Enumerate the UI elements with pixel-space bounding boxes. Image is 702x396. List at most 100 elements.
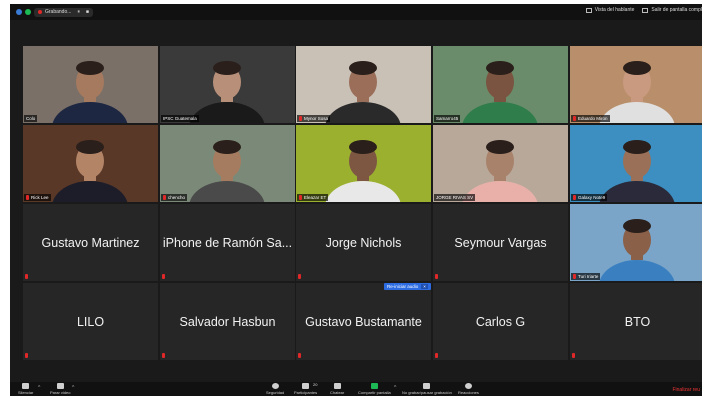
muted-microphone-icon xyxy=(163,195,166,200)
participant-name: Carlos G xyxy=(475,314,526,329)
close-icon[interactable]: × xyxy=(421,284,428,289)
video-options-chevron-icon[interactable]: ^ xyxy=(72,385,74,391)
pause-recording-icon[interactable]: ⏸ xyxy=(77,9,80,15)
participant-tile[interactable]: IPSC Guatemala xyxy=(160,46,295,123)
participant-video xyxy=(160,125,295,202)
participant-name-label: chencho xyxy=(161,194,188,201)
video-label: Parar video xyxy=(50,390,71,395)
participant-name: Turi Iriarte xyxy=(578,274,599,279)
participant-name: Gustavo Martinez xyxy=(41,235,140,250)
participant-name: IPSC Guatemala xyxy=(163,116,197,121)
participant-tile[interactable]: Rick Lee xyxy=(23,125,158,202)
participant-video xyxy=(23,46,158,123)
participant-tile[interactable]: Seymour Vargas xyxy=(433,204,568,281)
participant-name-label: Samarro45 xyxy=(434,115,461,122)
participants-label: Participantes xyxy=(294,390,318,395)
mute-label: Silenciar xyxy=(18,390,34,395)
end-meeting-button[interactable]: Finalizar reu xyxy=(672,387,700,393)
participant-tile[interactable]: Samarro45 xyxy=(433,46,568,123)
participant-name: Samarro45 xyxy=(436,116,459,121)
share-screen-button[interactable]: Compartir pantalla xyxy=(358,383,391,395)
participant-tile[interactable]: Colo xyxy=(23,46,158,123)
participant-video xyxy=(570,204,702,281)
shield-icon[interactable] xyxy=(25,9,31,15)
participant-tile[interactable]: Salvador Hasbun xyxy=(160,283,295,360)
participant-tile[interactable]: Turi Iriarte xyxy=(570,204,702,281)
participant-video xyxy=(296,125,431,202)
participant-tile[interactable]: Eleazar ET xyxy=(296,125,431,202)
participant-tile[interactable]: JORGE RIVAS SV xyxy=(433,125,568,202)
recording-indicator: Grabando... ⏸ ■ xyxy=(34,7,93,17)
participant-name: Jorge Nichols xyxy=(325,235,402,250)
participant-name: Rick Lee xyxy=(31,195,49,200)
participant-name: Eleazar ET xyxy=(304,195,327,200)
restart-audio-label: Re-iniciar audio xyxy=(387,284,419,289)
muted-microphone-icon xyxy=(572,353,575,358)
participant-video xyxy=(160,46,295,123)
participant-name-label: Turi Iriarte xyxy=(571,273,601,280)
muted-microphone-icon xyxy=(298,353,301,358)
participant-tile[interactable]: iPhone de Ramón Sa... xyxy=(160,204,295,281)
participant-name: Seymour Vargas xyxy=(454,235,547,250)
reactions-icon xyxy=(464,383,472,389)
exit-fullscreen-button[interactable]: Salir de pantalla compl xyxy=(642,7,702,13)
mute-options-chevron-icon[interactable]: ^ xyxy=(38,385,40,391)
security-button[interactable]: Seguridad xyxy=(266,383,284,395)
top-bar: Grabando... ⏸ ■ Vista del hablante Salir… xyxy=(10,4,702,20)
grid-icon xyxy=(585,7,592,13)
muted-microphone-icon xyxy=(299,116,302,121)
muted-microphone-icon xyxy=(162,274,165,279)
participant-tile[interactable]: LILO xyxy=(23,283,158,360)
stop-recording-icon[interactable]: ■ xyxy=(86,9,89,15)
participant-tile[interactable]: Mynor Sosa xyxy=(296,46,431,123)
chat-icon xyxy=(333,383,341,389)
participant-tile[interactable]: BTO xyxy=(570,283,702,360)
record-button[interactable]: No grabar/pausar grabación xyxy=(402,383,452,395)
exit-fullscreen-label: Salir de pantalla compl xyxy=(651,7,702,13)
participant-name-label: Eleazar ET xyxy=(297,194,329,201)
participant-video xyxy=(433,46,568,123)
speaker-view-button[interactable]: Vista del hablante xyxy=(585,7,634,13)
participant-tile[interactable]: Gustavo Bustamante xyxy=(296,283,431,360)
muted-microphone-icon xyxy=(435,353,438,358)
info-icon[interactable] xyxy=(16,9,22,15)
participant-tile[interactable]: Jorge Nichols xyxy=(296,204,431,281)
participant-video xyxy=(570,46,702,123)
share-options-chevron-icon[interactable]: ^ xyxy=(394,385,396,391)
participant-tile[interactable]: Carlos G xyxy=(433,283,568,360)
participant-name-label: JORGE RIVAS SV xyxy=(434,194,476,201)
mute-button[interactable]: Silenciar xyxy=(18,383,33,395)
participant-tile[interactable]: chencho xyxy=(160,125,295,202)
participant-video xyxy=(570,125,702,202)
muted-microphone-icon xyxy=(573,195,576,200)
participant-video xyxy=(296,46,431,123)
video-camera-icon xyxy=(56,383,64,389)
muted-microphone-icon xyxy=(26,195,29,200)
record-pause-icon xyxy=(423,383,431,389)
participant-tile[interactable]: Eduardo Miron xyxy=(570,46,702,123)
muted-microphone-icon xyxy=(25,353,28,358)
participant-name: iPhone de Ramón Sa... xyxy=(162,235,293,250)
restart-audio-banner[interactable]: Re-iniciar audio × xyxy=(384,283,431,290)
participant-tile[interactable]: Gustavo Martinez xyxy=(23,204,158,281)
participant-name-label: Mynor Sosa xyxy=(297,115,331,122)
muted-microphone-icon xyxy=(573,116,576,121)
participants-count: 20 xyxy=(313,382,318,387)
security-label: Seguridad xyxy=(266,390,285,395)
chat-button[interactable]: Chatear xyxy=(330,383,344,395)
reactions-button[interactable]: Reacciones xyxy=(458,383,479,395)
participant-name: JORGE RIVAS SV xyxy=(436,195,474,200)
participant-name: LILO xyxy=(76,314,105,329)
recording-label: Grabando... xyxy=(45,9,72,15)
share-screen-icon xyxy=(370,383,378,389)
participant-tile[interactable]: Galaxy Note9 xyxy=(570,125,702,202)
muted-microphone-icon xyxy=(298,274,301,279)
zoom-window: Grabando... ⏸ ■ Vista del hablante Salir… xyxy=(10,4,702,396)
participant-name-label: Eduardo Miron xyxy=(571,115,610,122)
participant-name: Gustavo Bustamante xyxy=(305,314,422,329)
video-button[interactable]: Parar video xyxy=(50,383,70,395)
participant-video xyxy=(433,125,568,202)
participant-name: Colo xyxy=(26,116,36,121)
record-label: No grabar/pausar grabación xyxy=(402,390,452,395)
reactions-label: Reacciones xyxy=(458,390,479,395)
